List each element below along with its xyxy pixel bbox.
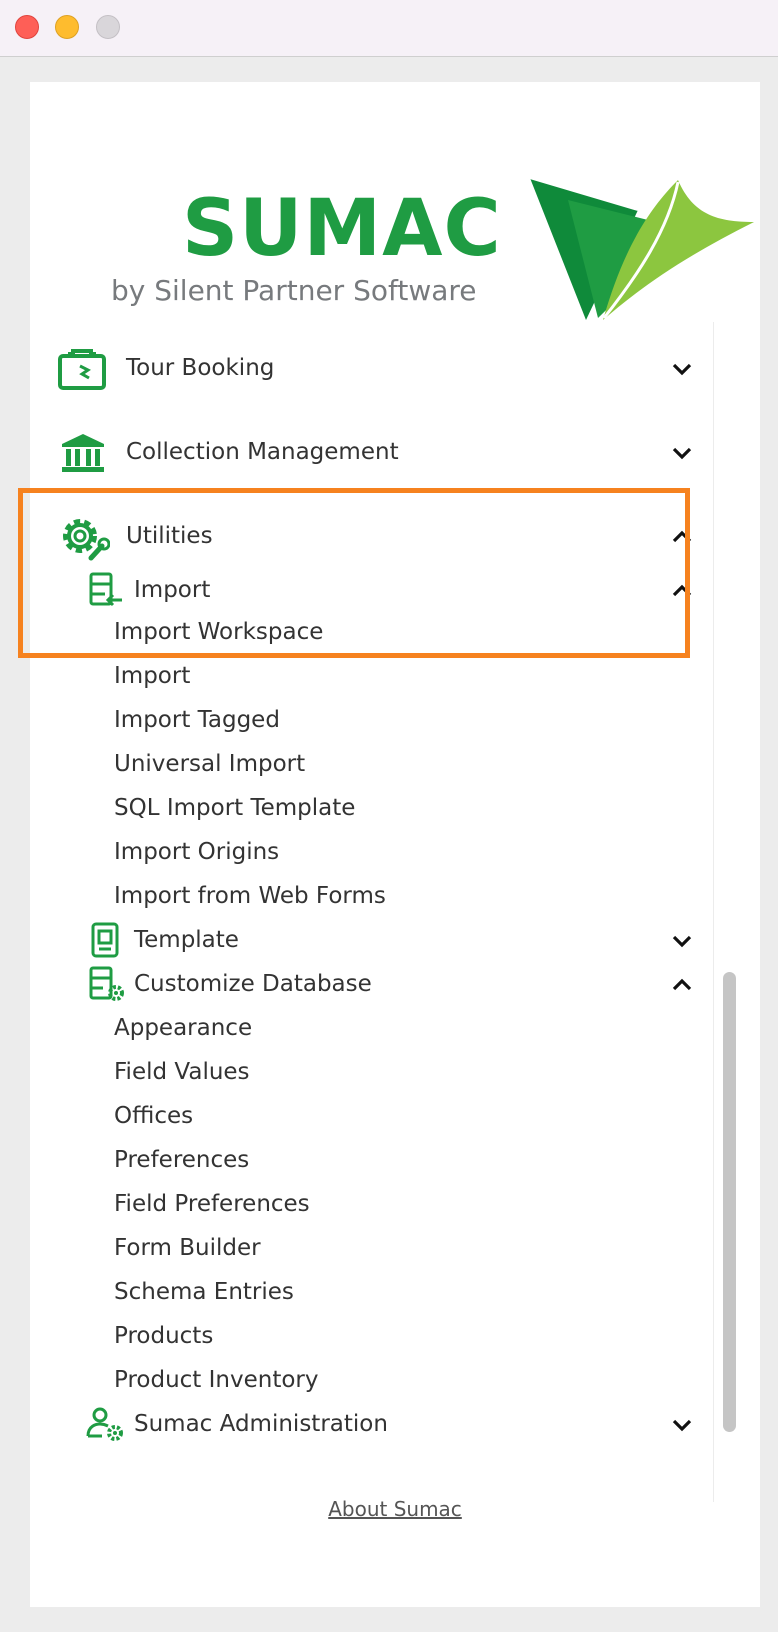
- menu-item-import-workspace[interactable]: Import Workspace: [30, 610, 713, 654]
- menu-item-import-tagged[interactable]: Import Tagged: [30, 698, 713, 742]
- scrollbar-thumb[interactable]: [723, 972, 736, 1432]
- menu-item-product-inventory[interactable]: Product Inventory: [30, 1358, 713, 1402]
- menu-item-label: Import from Web Forms: [114, 883, 386, 909]
- menu-scrollbar[interactable]: [713, 322, 744, 1502]
- menu-item-label: Universal Import: [114, 751, 306, 777]
- menu-item-products[interactable]: Products: [30, 1314, 713, 1358]
- chevron-up-icon[interactable]: [671, 526, 693, 548]
- menu-item-label: Appearance: [114, 1015, 253, 1041]
- menu-item-sumac-administration[interactable]: Sumac Administration: [30, 1402, 713, 1446]
- navigation-menu: Tour Booking Collection Management Utili…: [30, 322, 713, 1502]
- menu-item-label: Utilities: [126, 523, 213, 549]
- menu-item-import-origins[interactable]: Import Origins: [30, 830, 713, 874]
- menu-item-offices[interactable]: Offices: [30, 1094, 713, 1138]
- leaf-logo-icon: [529, 177, 754, 320]
- menu-item-label: Field Values: [114, 1059, 250, 1085]
- import-icon: [89, 572, 122, 607]
- chevron-down-icon[interactable]: [671, 442, 693, 464]
- chevron-down-icon[interactable]: [671, 358, 693, 380]
- window-titlebar: [0, 0, 778, 57]
- chevron-up-icon[interactable]: [671, 580, 693, 602]
- menu-item-label: Import Origins: [114, 839, 280, 865]
- menu-item-import[interactable]: Import: [30, 568, 713, 612]
- template-icon: [91, 922, 119, 958]
- menu-item-universal-import[interactable]: Universal Import: [30, 742, 713, 786]
- menu-item-appearance[interactable]: Appearance: [30, 1006, 713, 1050]
- menu-item-label: Schema Entries: [114, 1279, 294, 1305]
- menu-item-import-from-web-forms[interactable]: Import from Web Forms: [30, 874, 713, 918]
- museum-icon: [62, 434, 104, 472]
- user-gear-icon: [86, 1407, 123, 1441]
- menu-item-import-sub[interactable]: Import: [30, 654, 713, 698]
- logo-wordmark: SUMAC: [182, 184, 502, 274]
- menu-item-preferences[interactable]: Preferences: [30, 1138, 713, 1182]
- database-gear-icon: [89, 966, 124, 1001]
- menu-item-template[interactable]: Template: [30, 918, 713, 962]
- menu-item-form-builder[interactable]: Form Builder: [30, 1226, 713, 1270]
- menu-item-label: SQL Import Template: [114, 795, 356, 821]
- menu-item-label: Field Preferences: [114, 1191, 310, 1217]
- logo-tagline: by Silent Partner Software: [111, 274, 477, 307]
- navigation-panel: SUMAC by Silent Partner Software Tour Bo…: [30, 82, 760, 1607]
- close-window-button[interactable]: [15, 15, 39, 39]
- menu-item-label: Products: [114, 1323, 214, 1349]
- menu-item-tour-booking[interactable]: Tour Booking: [30, 346, 713, 390]
- menu-item-label: Import: [114, 663, 191, 689]
- menu-item-label: Customize Database: [134, 971, 372, 997]
- sumac-logo: SUMAC by Silent Partner Software: [70, 122, 754, 320]
- menu-item-field-preferences[interactable]: Field Preferences: [30, 1182, 713, 1226]
- chevron-up-icon[interactable]: [671, 974, 693, 996]
- menu-item-label: Tour Booking: [126, 355, 275, 381]
- menu-item-label: Preferences: [114, 1147, 250, 1173]
- gear-wrench-icon: [63, 519, 110, 561]
- minimize-window-button[interactable]: [55, 15, 79, 39]
- suitcase-icon: [58, 349, 106, 390]
- menu-item-sql-import-template[interactable]: SQL Import Template: [30, 786, 713, 830]
- chevron-down-icon[interactable]: [671, 930, 693, 952]
- menu-item-label: Import: [134, 577, 211, 603]
- menu-item-collection-management[interactable]: Collection Management: [30, 430, 713, 474]
- menu-item-schema-entries[interactable]: Schema Entries: [30, 1270, 713, 1314]
- menu-item-label: Form Builder: [114, 1235, 261, 1261]
- menu-item-label: Collection Management: [126, 439, 399, 465]
- chevron-down-icon[interactable]: [671, 1414, 693, 1436]
- menu-item-utilities[interactable]: Utilities: [30, 514, 713, 561]
- menu-item-label: Sumac Administration: [134, 1411, 388, 1437]
- menu-item-label: Offices: [114, 1103, 194, 1129]
- menu-item-label: Template: [134, 927, 239, 953]
- menu-item-label: Product Inventory: [114, 1367, 319, 1393]
- menu-item-label: Import Tagged: [114, 707, 280, 733]
- menu-item-customize-database[interactable]: Customize Database: [30, 962, 713, 1006]
- menu-item-label: Import Workspace: [114, 619, 324, 645]
- about-sumac-link[interactable]: About Sumac: [30, 1497, 760, 1521]
- menu-item-field-values[interactable]: Field Values: [30, 1050, 713, 1094]
- zoom-window-button[interactable]: [96, 15, 120, 39]
